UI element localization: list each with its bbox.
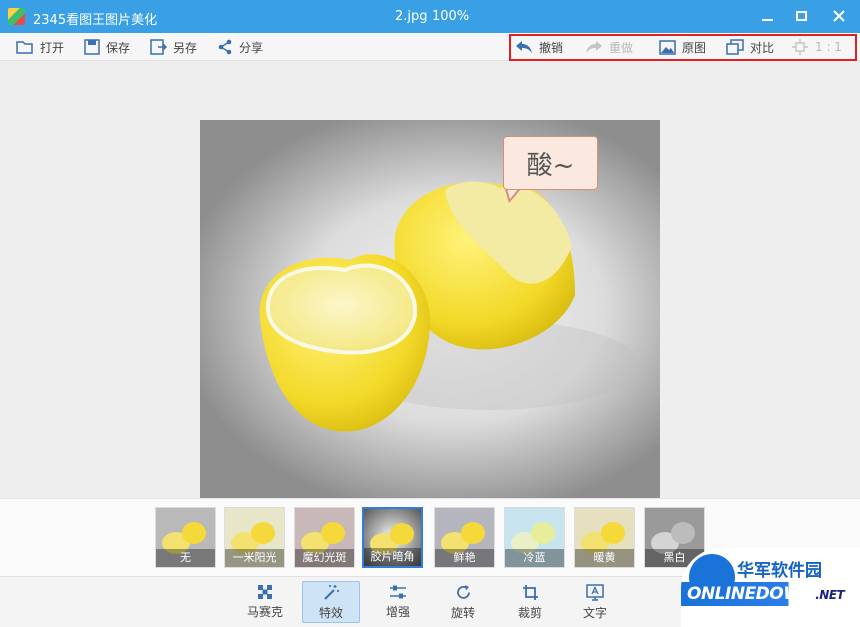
watermark-en-text: ONLINEDOWN.NET [687, 584, 845, 604]
app-title: 2345看图王图片美化 [33, 13, 158, 28]
filter-vivid[interactable]: 鲜艳 [434, 507, 495, 568]
speech-bubble[interactable]: 酸~ [503, 136, 598, 190]
save-as-button[interactable]: 另存 [150, 36, 197, 58]
filter-label: 魔幻光斑 [295, 549, 354, 567]
filter-thumb-lemon [671, 522, 695, 544]
redo-label: 重做 [609, 40, 634, 55]
compare-button[interactable]: 对比 [726, 36, 774, 58]
text-icon [586, 583, 604, 601]
enhance-tool[interactable]: 增强 [369, 581, 427, 623]
save-label: 保存 [106, 40, 131, 55]
save-icon [84, 39, 100, 55]
filter-thumb-lemon [461, 522, 485, 544]
undo-label: 撤销 [539, 40, 564, 55]
text-label: 文字 [582, 605, 607, 620]
save-as-icon [150, 39, 167, 55]
redo-button[interactable]: 重做 [585, 36, 633, 58]
filter-none[interactable]: 无 [155, 507, 216, 568]
toolbar: 打开 保存 另存 分享 撤销 重做 原图 对比 1 : 1 [0, 33, 860, 61]
filter-label: 一米阳光 [225, 549, 284, 567]
share-button[interactable]: 分享 [217, 36, 263, 58]
actual-size-button[interactable]: 1 : 1 [791, 36, 842, 58]
save-as-label: 另存 [173, 40, 198, 55]
filter-label: 冷蓝 [505, 549, 564, 567]
watermark-logo: 华军软件园 ONLINEDOWN.NET [681, 548, 860, 627]
maximize-button[interactable] [788, 4, 814, 28]
filter-thumb-lemon [182, 522, 206, 544]
magic-wand-icon [323, 584, 339, 600]
filter-label: 无 [156, 549, 215, 567]
watermark-en-main: NLINEDOWN [700, 584, 816, 604]
mosaic-tool[interactable]: 马赛克 [236, 581, 294, 623]
actual-size-icon [792, 39, 808, 55]
open-button[interactable]: 打开 [16, 36, 64, 58]
compare-icon [726, 39, 744, 55]
rotate-tool[interactable]: 旋转 [434, 581, 492, 623]
filter-thumb-lemon [601, 522, 625, 544]
app-logo-icon [8, 8, 25, 25]
crop-icon [522, 584, 538, 600]
crop-label: 裁剪 [517, 605, 542, 620]
file-name: 2.jpg [395, 9, 428, 24]
zoom-level: 100% [432, 9, 470, 24]
rotate-label: 旋转 [450, 605, 475, 620]
mosaic-label: 马赛克 [246, 605, 283, 619]
redo-icon [586, 41, 602, 53]
share-label: 分享 [239, 40, 264, 55]
sliders-icon [390, 585, 406, 599]
title-bar: 2345看图王图片美化 2.jpg 100% [0, 0, 860, 33]
minimize-button[interactable] [754, 4, 780, 28]
folder-icon [16, 40, 33, 54]
watermark-en-net: .NET [815, 588, 845, 602]
canvas-area: 酸~ [0, 62, 860, 498]
enhance-label: 增强 [385, 605, 410, 619]
save-button[interactable]: 保存 [84, 36, 130, 58]
mosaic-icon [258, 585, 272, 599]
effects-tool[interactable]: 特效 [302, 581, 360, 623]
photo[interactable]: 酸~ [200, 120, 660, 498]
filter-thumb-lemon [251, 522, 275, 544]
filter-thumb-lemon [531, 522, 555, 544]
filter-warm-yellow[interactable]: 暖黄 [574, 507, 635, 568]
undo-icon [516, 41, 532, 53]
filter-sunshine[interactable]: 一米阳光 [224, 507, 285, 568]
compare-label: 对比 [750, 40, 775, 55]
effects-label: 特效 [318, 605, 343, 620]
image-icon [659, 39, 676, 55]
crop-tool[interactable]: 裁剪 [501, 581, 559, 623]
rotate-icon [456, 584, 470, 599]
watermark-cn-text: 华军软件园 [737, 561, 822, 581]
actual-size-label: 1 : 1 [815, 40, 842, 54]
filter-cool-blue[interactable]: 冷蓝 [504, 507, 565, 568]
filter-vignette[interactable]: 胶片暗角 [362, 507, 423, 568]
original-button[interactable]: 原图 [659, 36, 706, 58]
maximize-icon [795, 11, 807, 21]
close-icon [833, 10, 845, 22]
filter-label: 胶片暗角 [364, 548, 421, 566]
filter-label: 鲜艳 [435, 549, 494, 567]
original-label: 原图 [682, 40, 707, 55]
share-icon [218, 39, 232, 55]
filter-label: 暖黄 [575, 549, 634, 567]
watermark-en-o: O [687, 584, 701, 604]
minimize-icon [761, 19, 773, 21]
filter-thumb-lemon [390, 523, 414, 545]
filter-bokeh[interactable]: 魔幻光斑 [294, 507, 355, 568]
open-label: 打开 [40, 40, 65, 55]
undo-button[interactable]: 撤销 [515, 36, 563, 58]
text-tool[interactable]: 文字 [566, 581, 624, 623]
filter-thumb-lemon [321, 522, 345, 544]
close-button[interactable] [826, 4, 852, 28]
